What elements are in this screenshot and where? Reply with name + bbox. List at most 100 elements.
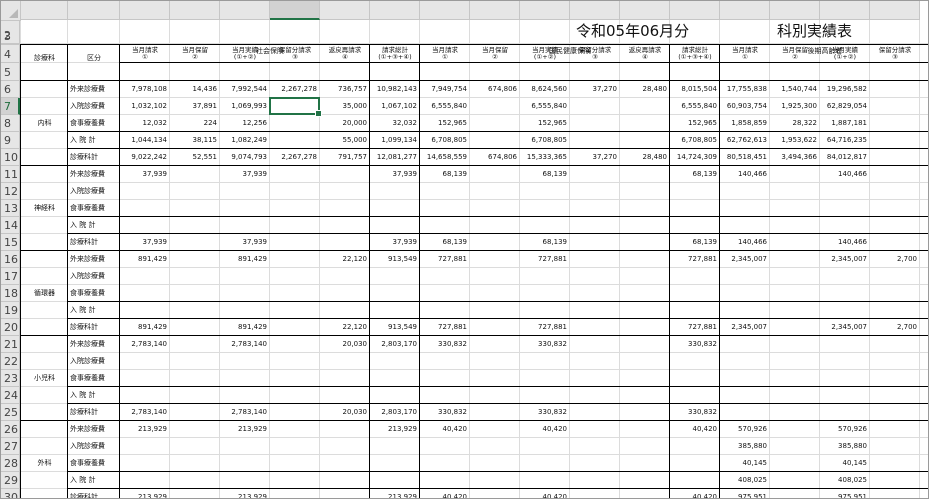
table-cell[interactable]: 68,139	[670, 171, 720, 178]
table-cell[interactable]: 1,887,181	[820, 120, 870, 127]
row-header-20[interactable]: 20	[1, 319, 20, 336]
row-header-24[interactable]: 24	[1, 387, 20, 404]
table-cell[interactable]: 330,832	[420, 409, 470, 416]
table-cell[interactable]: 28,480	[620, 86, 670, 93]
table-cell[interactable]: 2,267,278	[270, 154, 320, 161]
table-cell[interactable]: 37,270	[570, 86, 620, 93]
table-cell[interactable]: 570,926	[820, 426, 870, 433]
table-cell[interactable]: 6,555,840	[420, 103, 470, 110]
table-cell[interactable]: 2,803,170	[370, 409, 420, 416]
table-cell[interactable]: 8,624,560	[520, 86, 570, 93]
table-cell[interactable]: 37,939	[370, 239, 420, 246]
table-cell[interactable]: 727,881	[520, 256, 570, 263]
table-cell[interactable]: 40,145	[820, 460, 870, 467]
column-header-l[interactable]	[570, 1, 620, 20]
table-cell[interactable]: 1,858,859	[720, 120, 770, 127]
row-header-28[interactable]: 28	[1, 455, 20, 472]
table-cell[interactable]: 9,074,793	[220, 154, 270, 161]
row-header-7[interactable]: 7	[1, 98, 20, 115]
table-cell[interactable]: 791,757	[320, 154, 370, 161]
table-cell[interactable]: 140,466	[720, 171, 770, 178]
table-cell[interactable]: 38,115	[170, 137, 220, 144]
row-header-6[interactable]: 6	[1, 81, 20, 98]
table-cell[interactable]: 14,436	[170, 86, 220, 93]
active-cell-cursor[interactable]	[269, 97, 322, 117]
table-cell[interactable]: 37,939	[220, 239, 270, 246]
row-header-18[interactable]: 18	[1, 285, 20, 302]
table-cell[interactable]: 6,708,805	[420, 137, 470, 144]
table-cell[interactable]: 40,420	[420, 426, 470, 433]
table-cell[interactable]: 6,555,840	[520, 103, 570, 110]
table-cell[interactable]: 22,120	[320, 256, 370, 263]
table-cell[interactable]: 37,939	[220, 171, 270, 178]
table-cell[interactable]: 2,803,170	[370, 341, 420, 348]
table-cell[interactable]: 37,939	[120, 171, 170, 178]
table-cell[interactable]: 975,951	[820, 494, 870, 499]
table-cell[interactable]: 330,832	[520, 409, 570, 416]
row-header-13[interactable]: 13	[1, 200, 20, 217]
row-header-21[interactable]: 21	[1, 336, 20, 353]
table-cell[interactable]: 37,891	[170, 103, 220, 110]
column-header-b[interactable]	[68, 1, 120, 20]
table-cell[interactable]: 64,716,235	[820, 137, 870, 144]
table-cell[interactable]: 68,139	[420, 239, 470, 246]
column-header-m[interactable]	[620, 1, 670, 20]
column-header-e[interactable]	[220, 1, 270, 20]
row-header-26[interactable]: 26	[1, 421, 20, 438]
table-cell[interactable]: 674,806	[470, 154, 520, 161]
table-cell[interactable]: 7,949,754	[420, 86, 470, 93]
column-header-p[interactable]	[770, 1, 820, 20]
table-cell[interactable]: 19,296,582	[820, 86, 870, 93]
table-cell[interactable]: 20,030	[320, 409, 370, 416]
table-cell[interactable]: 10,982,143	[370, 86, 420, 93]
table-cell[interactable]: 40,145	[720, 460, 770, 467]
column-header-a[interactable]	[21, 1, 68, 20]
table-cell[interactable]: 12,032	[120, 120, 170, 127]
table-cell[interactable]: 2,783,140	[120, 341, 170, 348]
column-header-d[interactable]	[170, 1, 220, 20]
table-cell[interactable]: 727,881	[520, 324, 570, 331]
table-cell[interactable]: 17,755,838	[720, 86, 770, 93]
row-header-27[interactable]: 27	[1, 438, 20, 455]
table-cell[interactable]: 891,429	[120, 324, 170, 331]
table-cell[interactable]: 1,067,102	[370, 103, 420, 110]
row-header-14[interactable]: 14	[1, 217, 20, 234]
table-cell[interactable]: 2,783,140	[220, 341, 270, 348]
table-cell[interactable]: 224	[170, 120, 220, 127]
table-cell[interactable]: 2,783,140	[220, 409, 270, 416]
table-cell[interactable]: 60,903,754	[720, 103, 770, 110]
column-header-i[interactable]	[420, 1, 470, 20]
table-cell[interactable]: 213,929	[220, 426, 270, 433]
table-cell[interactable]: 62,762,613	[720, 137, 770, 144]
table-cell[interactable]: 2,345,007	[820, 324, 870, 331]
row-header-12[interactable]: 12	[1, 183, 20, 200]
table-cell[interactable]: 1,925,300	[770, 103, 820, 110]
table-cell[interactable]: 68,139	[520, 171, 570, 178]
row-header-23[interactable]: 23	[1, 370, 20, 387]
column-header-f[interactable]	[270, 1, 320, 20]
table-cell[interactable]: 736,757	[320, 86, 370, 93]
table-cell[interactable]: 40,420	[670, 426, 720, 433]
table-cell[interactable]: 330,832	[420, 341, 470, 348]
table-cell[interactable]: 140,466	[820, 239, 870, 246]
table-cell[interactable]: 1,099,134	[370, 137, 420, 144]
table-cell[interactable]: 891,429	[220, 324, 270, 331]
table-cell[interactable]: 2,267,278	[270, 86, 320, 93]
table-cell[interactable]: 40,420	[520, 426, 570, 433]
table-cell[interactable]: 3,494,366	[770, 154, 820, 161]
column-header-c[interactable]	[120, 1, 170, 20]
row-header-30[interactable]: 30	[1, 489, 20, 498]
table-cell[interactable]: 913,549	[370, 256, 420, 263]
table-cell[interactable]: 35,000	[320, 103, 370, 110]
table-cell[interactable]: 674,806	[470, 86, 520, 93]
table-cell[interactable]: 330,832	[670, 341, 720, 348]
table-cell[interactable]: 7,992,544	[220, 86, 270, 93]
table-cell[interactable]: 40,420	[520, 494, 570, 499]
table-cell[interactable]: 6,708,805	[670, 137, 720, 144]
table-cell[interactable]: 55,000	[320, 137, 370, 144]
row-header-29[interactable]: 29	[1, 472, 20, 489]
table-cell[interactable]: 1,540,744	[770, 86, 820, 93]
table-cell[interactable]: 727,881	[670, 256, 720, 263]
table-cell[interactable]: 913,549	[370, 324, 420, 331]
table-cell[interactable]: 28,322	[770, 120, 820, 127]
